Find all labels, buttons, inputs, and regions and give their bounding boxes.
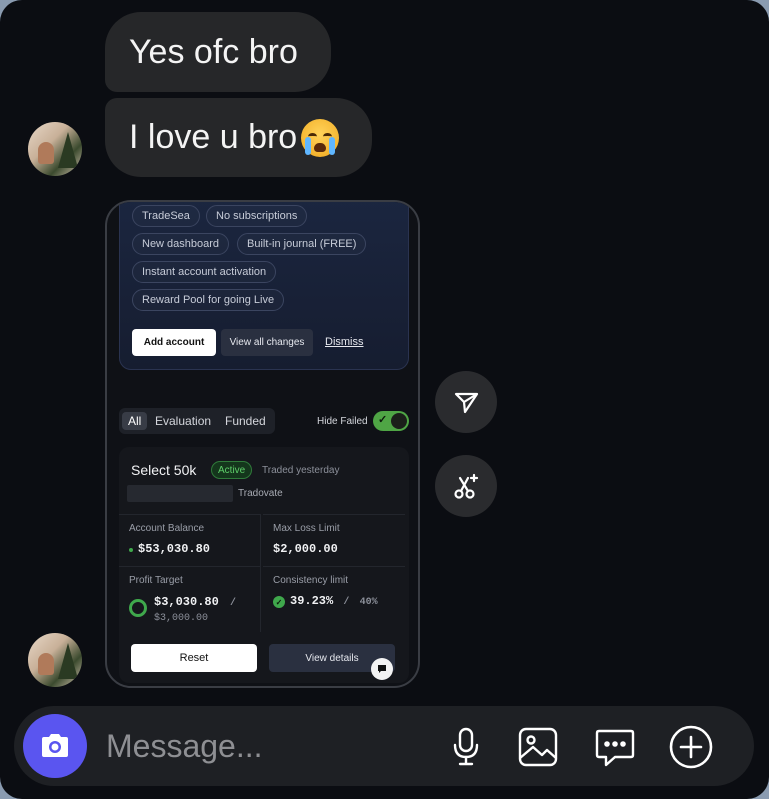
balance-cell: Account Balance $53,030.80 (119, 514, 261, 566)
feature-chip: Built-in journal (FREE) (237, 233, 367, 255)
image-icon[interactable] (513, 722, 563, 772)
chat-icon[interactable] (590, 722, 640, 772)
redacted-account-id (127, 485, 233, 502)
camera-icon (42, 734, 68, 757)
balance-label: Account Balance (129, 523, 205, 534)
message-bubble[interactable]: I love u bro (105, 98, 372, 177)
update-panel: TradeSea No subscriptions New dashboard … (119, 202, 409, 370)
dismiss-link: Dismiss (325, 336, 364, 348)
account-card: Select 50k Active Traded yesterday Trado… (119, 447, 409, 683)
message-text: Yes ofc bro (129, 32, 298, 71)
consistency-label: Consistency limit (273, 575, 349, 586)
account-name: Select 50k (131, 462, 197, 478)
message-bubble[interactable]: Yes ofc bro (105, 12, 331, 92)
avatar[interactable] (28, 122, 82, 176)
feature-chip: New dashboard (132, 233, 230, 255)
add-account-button: Add account (132, 329, 216, 356)
max-loss-value: $2,000.00 (273, 542, 338, 556)
crying-face-icon (301, 118, 340, 157)
reset-button: Reset (131, 644, 257, 672)
feature-chip: Reward Pool for going Live (132, 289, 285, 311)
chat-screen: Yes ofc bro I love u bro TradeSea No sub… (0, 0, 769, 799)
profit-target-cell: Profit Target $3,030.80 / $3,000.00 (119, 566, 261, 632)
message-text: I love u bro (129, 118, 298, 156)
ai-edit-icon[interactable] (435, 455, 497, 517)
avatar[interactable] (28, 633, 82, 687)
status-dot (129, 548, 133, 552)
traded-status: Traded yesterday (262, 465, 340, 476)
add-icon[interactable] (666, 722, 716, 772)
profit-target-goal: $3,000.00 (154, 613, 209, 624)
feature-chip: No subscriptions (206, 205, 308, 227)
view-all-changes-button: View all changes (221, 329, 313, 356)
hide-failed-toggle: ✓ (373, 411, 409, 431)
progress-ring-icon (129, 599, 147, 617)
shared-image-message[interactable]: TradeSea No subscriptions New dashboard … (105, 200, 420, 688)
account-tabs: All Evaluation Funded (119, 408, 275, 434)
tab-all: All (122, 412, 148, 430)
profit-target-label: Profit Target (129, 575, 183, 586)
consistency-cell: Consistency limit ✓ 39.23% / 40% (263, 566, 405, 632)
send-icon[interactable] (435, 371, 497, 433)
microphone-icon[interactable] (441, 722, 491, 772)
status-badge: Active (211, 461, 253, 479)
check-circle-icon: ✓ (273, 596, 285, 608)
tab-evaluation: Evaluation (155, 414, 212, 428)
max-loss-label: Max Loss Limit (273, 523, 340, 534)
camera-button[interactable] (23, 714, 87, 778)
feature-chip: Instant account activation (132, 261, 277, 283)
balance-value: $53,030.80 (138, 542, 211, 556)
ai-chat-icon (371, 658, 393, 680)
check-icon: ✓ (378, 414, 388, 426)
tab-funded: Funded (225, 414, 266, 428)
message-input[interactable] (106, 724, 436, 768)
platform-label: Tradovate (238, 488, 283, 499)
message-composer (14, 706, 754, 786)
feature-chip: TradeSea (132, 205, 200, 227)
max-loss-cell: Max Loss Limit $2,000.00 (263, 514, 405, 566)
consistency-value: 39.23% / 40% (290, 594, 378, 608)
hide-failed-label: Hide Failed (317, 416, 368, 427)
profit-target-value: $3,030.80 / (154, 595, 237, 609)
